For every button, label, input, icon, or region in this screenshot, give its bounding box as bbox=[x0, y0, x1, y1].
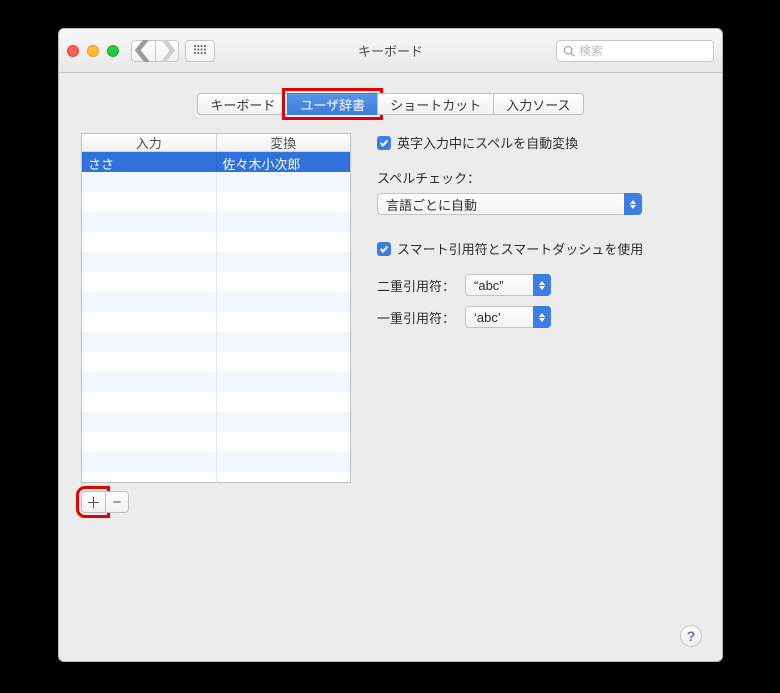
tab-shortcuts[interactable]: ショートカット bbox=[377, 93, 494, 115]
table-row[interactable] bbox=[82, 212, 350, 232]
table-row[interactable] bbox=[82, 292, 350, 312]
cell-convert bbox=[217, 312, 351, 332]
close-icon[interactable] bbox=[67, 45, 79, 57]
content-area: キーボード ユーザ辞書 ショートカット 入力ソース 入力 変換 ささ佐々木小次郎… bbox=[59, 73, 722, 661]
cell-convert bbox=[217, 272, 351, 292]
dictionary-table[interactable]: 入力 変換 ささ佐々木小次郎 bbox=[81, 133, 351, 483]
spellcheck-select[interactable]: 言語ごとに自動 bbox=[377, 193, 642, 215]
table-row[interactable] bbox=[82, 312, 350, 332]
search-input[interactable] bbox=[579, 44, 707, 58]
traffic-lights bbox=[67, 45, 119, 57]
preferences-window: キーボード キーボード ユーザ辞書 ショートカット 入力ソース 入力 変換 bbox=[58, 28, 723, 662]
auto-spell-checkbox-row[interactable]: 英字入力中にスペルを自動変換 bbox=[377, 133, 700, 152]
cell-input bbox=[82, 472, 217, 482]
cell-convert bbox=[217, 472, 351, 482]
dictionary-panel: 入力 変換 ささ佐々木小次郎 ＋ − bbox=[81, 133, 351, 513]
zoom-icon[interactable] bbox=[107, 45, 119, 57]
chevron-updown-icon bbox=[533, 274, 551, 296]
table-row[interactable] bbox=[82, 452, 350, 472]
spellcheck-value: 言語ごとに自動 bbox=[377, 193, 642, 215]
nav-back-forward bbox=[131, 40, 179, 62]
table-row[interactable]: ささ佐々木小次郎 bbox=[82, 152, 350, 172]
cell-input bbox=[82, 352, 217, 372]
checkbox-checked-icon bbox=[377, 136, 391, 150]
cell-convert bbox=[217, 372, 351, 392]
cell-convert bbox=[217, 392, 351, 412]
cell-input bbox=[82, 452, 217, 472]
cell-convert bbox=[217, 352, 351, 372]
single-quote-label: 一重引用符： bbox=[377, 308, 455, 327]
cell-input bbox=[82, 332, 217, 352]
tab-bar: キーボード ユーザ辞書 ショートカット 入力ソース bbox=[81, 93, 700, 115]
table-row[interactable] bbox=[82, 192, 350, 212]
tab-keyboard[interactable]: キーボード bbox=[197, 93, 288, 115]
spellcheck-label: スペルチェック： bbox=[377, 168, 700, 187]
col-header-convert[interactable]: 変換 bbox=[217, 134, 351, 151]
table-row[interactable] bbox=[82, 412, 350, 432]
cell-input bbox=[82, 312, 217, 332]
double-quote-select[interactable]: “abc” bbox=[465, 274, 551, 296]
add-button[interactable]: ＋ bbox=[81, 491, 105, 513]
chevron-updown-icon bbox=[533, 306, 551, 328]
double-quote-label: 二重引用符： bbox=[377, 276, 455, 295]
cell-convert bbox=[217, 452, 351, 472]
table-row[interactable] bbox=[82, 232, 350, 252]
col-header-input[interactable]: 入力 bbox=[82, 134, 217, 151]
minimize-icon[interactable] bbox=[87, 45, 99, 57]
back-button[interactable] bbox=[131, 40, 155, 62]
cell-input: ささ bbox=[82, 152, 217, 172]
cell-convert bbox=[217, 172, 351, 192]
search-field[interactable] bbox=[556, 40, 714, 62]
cell-input bbox=[82, 292, 217, 312]
cell-convert bbox=[217, 252, 351, 272]
tab-userdict[interactable]: ユーザ辞書 bbox=[287, 93, 378, 115]
chevron-updown-icon bbox=[624, 193, 642, 215]
remove-button[interactable]: − bbox=[105, 491, 129, 513]
titlebar: キーボード bbox=[59, 29, 722, 73]
help-button[interactable]: ? bbox=[680, 625, 702, 647]
cell-input bbox=[82, 412, 217, 432]
smart-quotes-checkbox-row[interactable]: スマート引用符とスマートダッシュを使用 bbox=[377, 239, 700, 258]
table-row[interactable] bbox=[82, 372, 350, 392]
cell-input bbox=[82, 392, 217, 412]
table-row[interactable] bbox=[82, 272, 350, 292]
smart-quotes-label: スマート引用符とスマートダッシュを使用 bbox=[397, 239, 643, 258]
cell-convert bbox=[217, 412, 351, 432]
single-quote-select[interactable]: ‘abc’ bbox=[465, 306, 551, 328]
cell-input bbox=[82, 212, 217, 232]
cell-convert: 佐々木小次郎 bbox=[217, 152, 351, 172]
cell-input bbox=[82, 372, 217, 392]
cell-convert bbox=[217, 432, 351, 452]
nav-group bbox=[131, 40, 215, 62]
table-row[interactable] bbox=[82, 352, 350, 372]
cell-convert bbox=[217, 332, 351, 352]
table-row[interactable] bbox=[82, 172, 350, 192]
cell-convert bbox=[217, 232, 351, 252]
cell-convert bbox=[217, 192, 351, 212]
table-row[interactable] bbox=[82, 392, 350, 412]
table-row[interactable] bbox=[82, 252, 350, 272]
showall-button[interactable] bbox=[185, 40, 215, 62]
cell-convert bbox=[217, 212, 351, 232]
auto-spell-label: 英字入力中にスペルを自動変換 bbox=[397, 133, 578, 152]
cell-input bbox=[82, 172, 217, 192]
cell-input bbox=[82, 252, 217, 272]
checkbox-checked-icon bbox=[377, 242, 391, 256]
cell-convert bbox=[217, 292, 351, 312]
options-panel: 英字入力中にスペルを自動変換 スペルチェック： 言語ごとに自動 スマート引用符と… bbox=[377, 133, 700, 513]
cell-input bbox=[82, 432, 217, 452]
cell-input bbox=[82, 192, 217, 212]
cell-input bbox=[82, 232, 217, 252]
cell-input bbox=[82, 272, 217, 292]
table-row[interactable] bbox=[82, 472, 350, 482]
forward-button[interactable] bbox=[155, 40, 179, 62]
table-row[interactable] bbox=[82, 332, 350, 352]
table-row[interactable] bbox=[82, 432, 350, 452]
tab-inputsource[interactable]: 入力ソース bbox=[493, 93, 583, 115]
